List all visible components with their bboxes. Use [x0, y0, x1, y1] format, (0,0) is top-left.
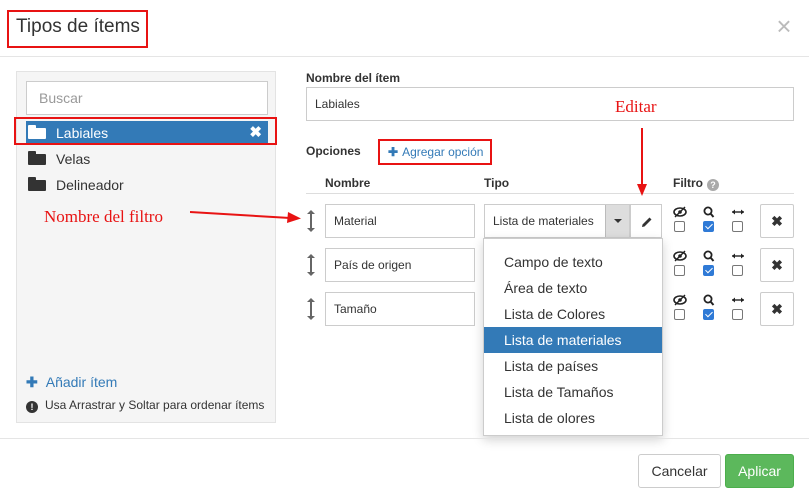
- filter-name-annotation-arrow: [190, 211, 301, 223]
- title-annotation-box: [7, 10, 148, 48]
- search-filter-checkbox[interactable]: [703, 221, 714, 232]
- chevron-down-icon[interactable]: [605, 205, 629, 237]
- drag-handle-icon[interactable]: [305, 209, 317, 233]
- item-name-input[interactable]: [306, 87, 794, 121]
- dropdown-option[interactable]: Campo de texto: [484, 249, 662, 275]
- eye-slash-icon: [673, 250, 687, 262]
- options-label: Opciones: [306, 144, 361, 158]
- arrows-horizontal-icon: [732, 297, 744, 303]
- sidebar-item-label: Velas: [56, 151, 91, 167]
- plus-icon: ✚: [388, 145, 399, 159]
- arrows-horizontal-icon: [732, 253, 744, 259]
- edit-button[interactable]: [630, 204, 662, 238]
- eye-slash-icon: [673, 206, 687, 218]
- eye-slash-icon: [673, 294, 687, 306]
- delete-option-button[interactable]: ✖: [760, 204, 794, 238]
- search-filter-checkbox[interactable]: [703, 309, 714, 320]
- dropdown-option[interactable]: Lista de olores: [484, 405, 662, 431]
- visible-filter-checkbox[interactable]: [674, 221, 685, 232]
- arrows-horizontal-icon: [732, 209, 744, 215]
- drag-handle-icon[interactable]: [305, 297, 317, 321]
- plus-icon: ✚: [26, 374, 38, 390]
- folder-open-icon: [28, 177, 46, 191]
- type-dropdown-menu: Campo de texto Área de texto Lista de Co…: [483, 238, 663, 436]
- sidebar-item-delineador[interactable]: Delineador: [26, 173, 268, 197]
- cancel-button[interactable]: Cancelar: [638, 454, 721, 488]
- column-header-type: Tipo: [484, 176, 510, 190]
- dropdown-option[interactable]: Área de texto: [484, 275, 662, 301]
- search-icon: [703, 294, 715, 306]
- help-icon[interactable]: ?: [707, 179, 719, 191]
- range-filter-checkbox[interactable]: [732, 265, 743, 276]
- visible-filter-checkbox[interactable]: [674, 265, 685, 276]
- folder-open-icon: [28, 151, 46, 165]
- item-types-dialog: Tipos de ítems × Labiales ✖ Velas Deline…: [0, 0, 809, 502]
- visible-filter-checkbox[interactable]: [674, 309, 685, 320]
- add-item-link[interactable]: ✚ Añadir ítem: [26, 374, 117, 391]
- option-type-select[interactable]: Lista de materiales: [484, 204, 630, 238]
- dropdown-option[interactable]: Lista de países: [484, 353, 662, 379]
- option-name-input[interactable]: [325, 292, 475, 326]
- sidebar-item-label: Delineador: [56, 177, 124, 193]
- filter-name-annotation: Nombre del filtro: [44, 207, 163, 226]
- option-name-input[interactable]: [325, 248, 475, 282]
- option-name-input[interactable]: [325, 204, 475, 238]
- pencil-icon: [642, 217, 652, 227]
- dialog-header: Tipos de ítems ×: [0, 0, 809, 57]
- add-option-button[interactable]: ✚ Agregar opción: [378, 139, 492, 165]
- edit-annotation: Editar: [615, 97, 657, 116]
- close-icon[interactable]: ×: [772, 13, 796, 39]
- delete-option-button[interactable]: ✖: [760, 248, 794, 282]
- header-divider: [306, 193, 794, 194]
- search-icon: [703, 250, 715, 262]
- item-name-label: Nombre del ítem: [306, 71, 401, 85]
- search-filter-checkbox[interactable]: [703, 265, 714, 276]
- drag-handle-icon[interactable]: [305, 253, 317, 277]
- dropdown-option-selected[interactable]: Lista de materiales: [484, 327, 662, 353]
- column-header-filter: Filtro?: [673, 176, 719, 191]
- dropdown-option[interactable]: Lista de Colores: [484, 301, 662, 327]
- range-filter-checkbox[interactable]: [732, 309, 743, 320]
- dropdown-option[interactable]: Lista de Tamaños: [484, 379, 662, 405]
- item-annotation-box: [14, 117, 277, 145]
- drag-hint: ! Usa Arrastrar y Soltar para ordenar íte…: [26, 398, 264, 413]
- delete-option-button[interactable]: ✖: [760, 292, 794, 326]
- edit-annotation-arrow: [637, 128, 647, 196]
- footer-divider: [0, 438, 809, 439]
- column-header-name: Nombre: [325, 176, 371, 190]
- sidebar-item-velas[interactable]: Velas: [26, 147, 268, 171]
- search-input[interactable]: [26, 81, 268, 115]
- exclamation-icon: !: [26, 401, 38, 413]
- apply-button[interactable]: Aplicar: [725, 454, 794, 488]
- search-icon: [703, 206, 715, 218]
- range-filter-checkbox[interactable]: [732, 221, 743, 232]
